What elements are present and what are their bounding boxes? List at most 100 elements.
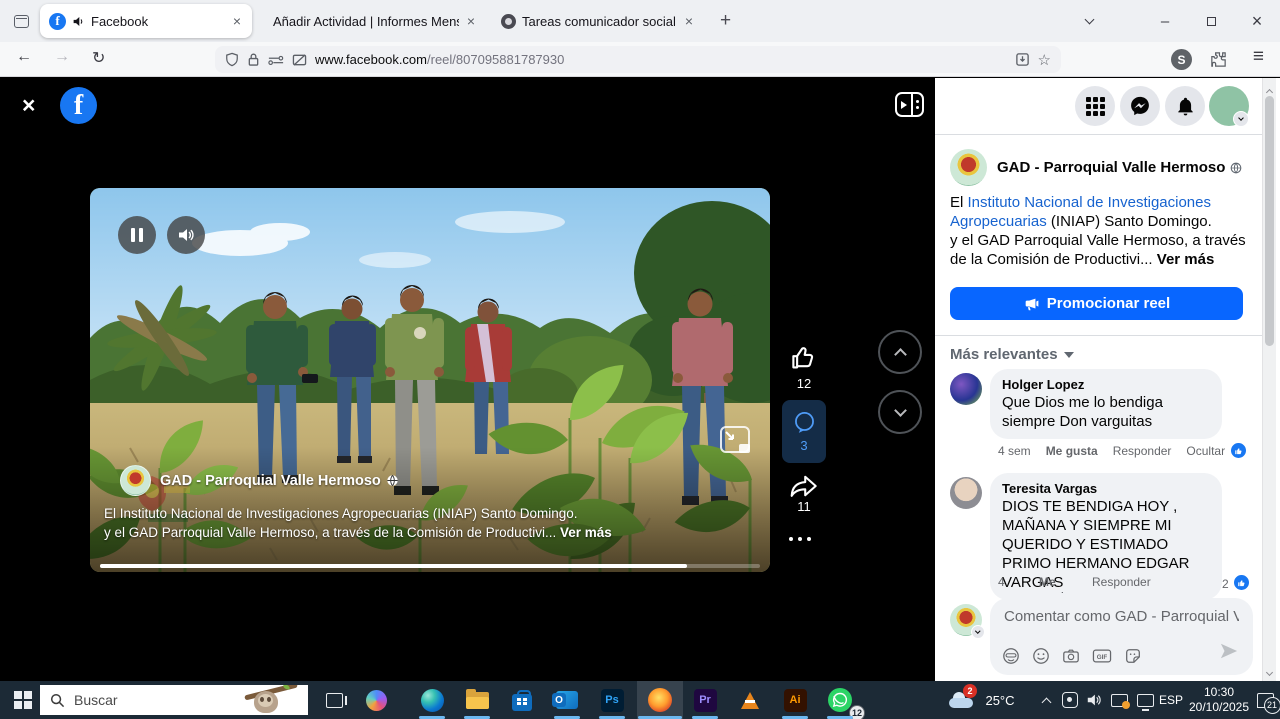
tab-close-icon[interactable]: × bbox=[465, 14, 477, 28]
tray-cast-icon[interactable] bbox=[1106, 681, 1132, 719]
video-page-header[interactable]: GAD - Parroquial Valle Hermoso bbox=[120, 465, 399, 496]
comment-button[interactable]: 3 bbox=[782, 400, 826, 463]
collapse-sidebar-icon[interactable] bbox=[895, 92, 924, 117]
taskbar-photoshop[interactable]: Ps bbox=[592, 681, 632, 719]
list-all-tabs-icon[interactable] bbox=[1066, 0, 1112, 42]
reel-video[interactable]: GAD - Parroquial Valle Hermoso El Instit… bbox=[90, 188, 770, 572]
facebook-logo-icon[interactable]: f bbox=[60, 87, 97, 124]
back-icon[interactable]: ← bbox=[16, 48, 32, 66]
temperature-label[interactable]: 25°C bbox=[980, 681, 1020, 719]
more-options-icon[interactable] bbox=[789, 537, 819, 541]
tray-expand-chevron-icon[interactable] bbox=[1034, 681, 1058, 719]
close-window-button[interactable]: × bbox=[1234, 0, 1280, 42]
like-button[interactable] bbox=[782, 343, 826, 373]
taskbar-firefox[interactable] bbox=[640, 681, 680, 719]
comment-hide-action[interactable]: Ocultar bbox=[1186, 444, 1225, 458]
caption-link[interactable]: Instituto Nacional de Investigaciones Ag… bbox=[120, 506, 429, 521]
extension-s-icon[interactable]: S bbox=[1171, 49, 1192, 70]
notifications-button[interactable] bbox=[1165, 86, 1205, 126]
shield-icon[interactable] bbox=[225, 52, 239, 67]
bookmark-star-icon[interactable]: ☆ bbox=[1038, 51, 1051, 69]
emoji-icon[interactable] bbox=[1032, 647, 1050, 665]
composer-avatar-chevron-icon[interactable] bbox=[971, 625, 985, 639]
gif-icon[interactable]: GIF bbox=[1092, 647, 1112, 665]
tab-close-icon[interactable]: × bbox=[231, 14, 243, 28]
taskbar-search[interactable]: Buscar bbox=[40, 685, 308, 715]
sidebar-scrollbar[interactable] bbox=[1262, 78, 1276, 681]
taskbar-premiere[interactable]: Pr bbox=[685, 681, 725, 719]
copilot-button[interactable] bbox=[358, 681, 394, 719]
previous-reel-button[interactable] bbox=[878, 330, 922, 374]
comment-bubble[interactable]: Holger Lopez Que Dios me lo bendiga siem… bbox=[990, 369, 1222, 439]
comment-sort-dropdown[interactable]: Más relevantes bbox=[950, 346, 1074, 363]
tab-close-icon[interactable]: × bbox=[683, 14, 695, 28]
firefox-view-icon[interactable] bbox=[8, 8, 34, 34]
sticker-icon[interactable] bbox=[1124, 647, 1142, 665]
promote-reel-button[interactable]: Promocionar reel bbox=[950, 287, 1243, 320]
taskbar-outlook[interactable] bbox=[547, 681, 587, 719]
see-more-link[interactable]: Ver más bbox=[560, 525, 612, 540]
taskbar-store[interactable] bbox=[502, 681, 542, 719]
tab-tareas[interactable]: Tareas comunicador social GAD × bbox=[492, 4, 704, 38]
comment-time[interactable]: 4 sem bbox=[998, 444, 1031, 458]
comment-author[interactable]: Holger Lopez bbox=[1002, 377, 1210, 393]
forward-icon[interactable]: → bbox=[54, 48, 70, 66]
tab-facebook[interactable]: f Facebook × bbox=[40, 4, 252, 38]
page-avatar[interactable] bbox=[120, 465, 151, 496]
save-page-icon[interactable] bbox=[1015, 52, 1030, 67]
commenter-avatar[interactable] bbox=[950, 373, 982, 405]
comment-author[interactable]: Teresita Vargas bbox=[1002, 481, 1210, 497]
comment-reply-action[interactable]: Responder bbox=[1113, 444, 1172, 458]
see-more-link[interactable]: Ver más bbox=[1157, 251, 1215, 268]
taskbar-file-explorer[interactable] bbox=[457, 681, 497, 719]
extensions-puzzle-icon[interactable] bbox=[1209, 50, 1228, 69]
taskbar-edge[interactable] bbox=[412, 681, 452, 719]
url-text[interactable]: www.facebook.com/reel/807095881787930 bbox=[315, 52, 1007, 67]
comment-reaction-icon[interactable] bbox=[1229, 441, 1248, 460]
scrollbar-thumb[interactable] bbox=[1265, 96, 1274, 346]
menu-hamburger-icon[interactable]: ≡ bbox=[1253, 46, 1264, 68]
picture-in-picture-icon[interactable] bbox=[720, 426, 750, 453]
restore-button[interactable] bbox=[1188, 0, 1234, 42]
language-indicator[interactable]: ESP bbox=[1156, 681, 1186, 719]
share-button[interactable] bbox=[782, 471, 826, 501]
tray-teams-icon[interactable] bbox=[1058, 681, 1082, 719]
comment-composer[interactable]: Comentar como GAD - Parroquial Vall... bbox=[990, 598, 1253, 675]
tray-network-icon[interactable] bbox=[1132, 681, 1158, 719]
video-page-name[interactable]: GAD - Parroquial Valle Hermoso bbox=[160, 473, 381, 489]
taskbar-illustrator[interactable]: Ai bbox=[775, 681, 815, 719]
composer-avatar[interactable] bbox=[950, 604, 982, 636]
send-comment-button[interactable] bbox=[1219, 642, 1239, 665]
page-name[interactable]: GAD - Parroquial Valle Hermoso bbox=[997, 159, 1225, 176]
reload-icon[interactable]: ↻ bbox=[92, 48, 105, 68]
taskbar-whatsapp[interactable]: 12 bbox=[820, 681, 860, 719]
tab-informes[interactable]: Añadir Actividad | Informes Mensua × bbox=[258, 4, 486, 38]
scroll-down-icon[interactable] bbox=[1266, 669, 1273, 676]
lock-icon[interactable] bbox=[247, 52, 260, 67]
comment-like-action[interactable]: Me gusta bbox=[1046, 444, 1098, 458]
url-bar[interactable]: www.facebook.com/reel/807095881787930 ☆ bbox=[215, 46, 1061, 73]
video-progress-bar[interactable] bbox=[100, 564, 760, 568]
autoplay-blocked-icon[interactable] bbox=[292, 53, 307, 67]
messenger-button[interactable] bbox=[1120, 86, 1160, 126]
camera-icon[interactable] bbox=[1062, 647, 1080, 665]
apps-menu-button[interactable] bbox=[1075, 86, 1115, 126]
taskbar-vlc[interactable] bbox=[730, 681, 770, 719]
commenter-avatar[interactable] bbox=[950, 477, 982, 509]
permissions-icon[interactable] bbox=[268, 54, 284, 66]
comment-reply-action[interactable]: Responder bbox=[1092, 575, 1151, 589]
tab-audio-icon[interactable] bbox=[72, 15, 85, 28]
avatar-sticker-icon[interactable] bbox=[1002, 647, 1020, 665]
profile-chevron-icon[interactable] bbox=[1233, 111, 1249, 127]
task-view-button[interactable] bbox=[318, 681, 350, 719]
pause-button[interactable] bbox=[118, 216, 156, 254]
volume-button[interactable] bbox=[167, 216, 205, 254]
notification-center-button[interactable]: 21 bbox=[1252, 681, 1278, 719]
tray-clock[interactable]: 10:30 20/10/2025 bbox=[1186, 685, 1252, 715]
close-reel-icon[interactable]: × bbox=[22, 92, 35, 119]
comment-reaction-icon[interactable] bbox=[1232, 573, 1251, 592]
next-reel-button[interactable] bbox=[878, 390, 922, 434]
composer-placeholder[interactable]: Comentar como GAD - Parroquial Vall... bbox=[1004, 608, 1239, 625]
start-button[interactable] bbox=[8, 681, 38, 719]
scroll-up-icon[interactable] bbox=[1266, 89, 1273, 96]
